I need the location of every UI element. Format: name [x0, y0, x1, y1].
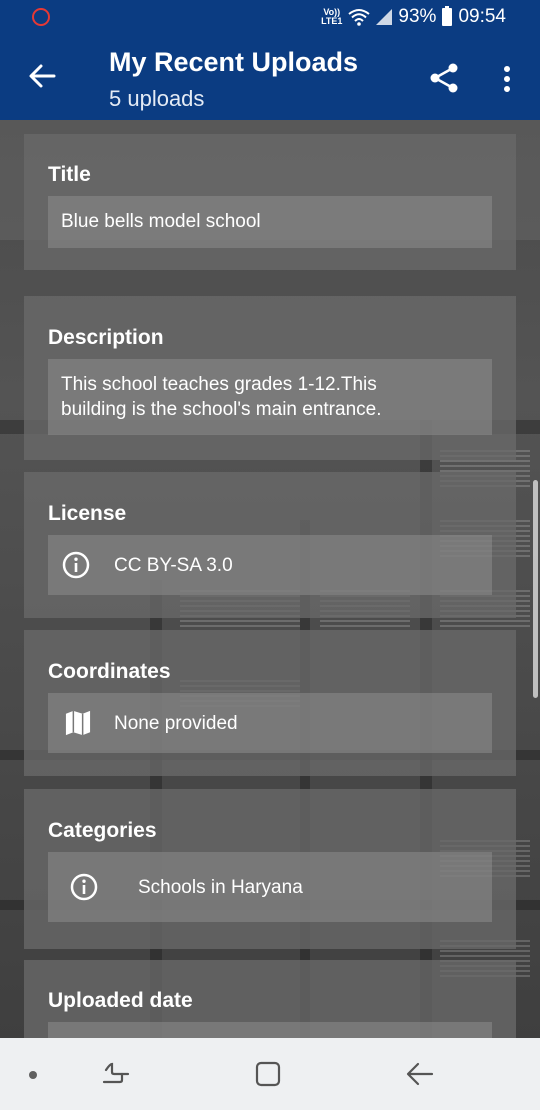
share-icon[interactable] [428, 62, 460, 94]
license-heading: License [48, 502, 127, 525]
description-heading: Description [48, 326, 164, 349]
upload-count: 5 uploads [109, 86, 205, 111]
description-field[interactable]: This school teaches grades 1-12.This bui… [48, 359, 492, 435]
clock: 09:54 [458, 6, 506, 27]
system-back-icon[interactable] [404, 1060, 436, 1088]
nav-dot-icon[interactable] [29, 1071, 37, 1079]
app-notification-icon [32, 8, 50, 26]
title-heading: Title [48, 163, 91, 186]
category-value[interactable]: Schools in Haryana [138, 877, 303, 899]
coordinates-heading: Coordinates [48, 660, 171, 683]
license-field[interactable]: CC BY-SA 3.0 [48, 535, 492, 595]
battery-percent: 93% [398, 6, 437, 27]
description-card: Description This school teaches grades 1… [24, 296, 516, 460]
uploaded-date-field [48, 1022, 492, 1038]
wifi-icon [348, 9, 371, 26]
app-bar: My Recent Uploads 5 uploads [0, 36, 540, 120]
license-value: CC BY-SA 3.0 [114, 555, 233, 576]
title-card: Title Blue bells model school [24, 134, 516, 270]
license-card: License CC BY-SA 3.0 [24, 472, 516, 618]
home-icon[interactable] [254, 1060, 282, 1088]
recent-apps-icon[interactable] [100, 1060, 132, 1088]
categories-heading: Categories [48, 819, 157, 842]
coordinates-card: Coordinates None provided [24, 630, 516, 776]
map-icon [65, 710, 91, 736]
categories-card: Categories Schools in Haryana [24, 789, 516, 949]
uploaded-date-card: Uploaded date [24, 960, 516, 1038]
system-nav-bar [0, 1038, 540, 1110]
info-icon [62, 551, 90, 579]
info-icon [70, 873, 98, 901]
page-title: My Recent Uploads [109, 47, 359, 77]
battery-icon [442, 6, 453, 26]
more-options-icon[interactable] [496, 64, 518, 94]
coordinates-value: None provided [114, 713, 238, 734]
scrollbar[interactable] [533, 480, 538, 698]
description-line-1: This school teaches grades 1-12.This [61, 374, 377, 395]
signal-icon [376, 9, 393, 25]
title-field[interactable]: Blue bells model school [48, 196, 492, 248]
description-line-2: building is the school's main entrance. [61, 399, 382, 420]
volte-indicator: Vo)) LTE1 [321, 7, 343, 26]
title-value: Blue bells model school [61, 211, 261, 232]
categories-field[interactable]: Schools in Haryana [48, 852, 492, 922]
uploaded-date-heading: Uploaded date [48, 989, 193, 1012]
status-bar: Vo)) LTE1 93% 09:54 [0, 0, 540, 36]
coordinates-field[interactable]: None provided [48, 693, 492, 753]
back-arrow-icon[interactable] [26, 60, 58, 92]
